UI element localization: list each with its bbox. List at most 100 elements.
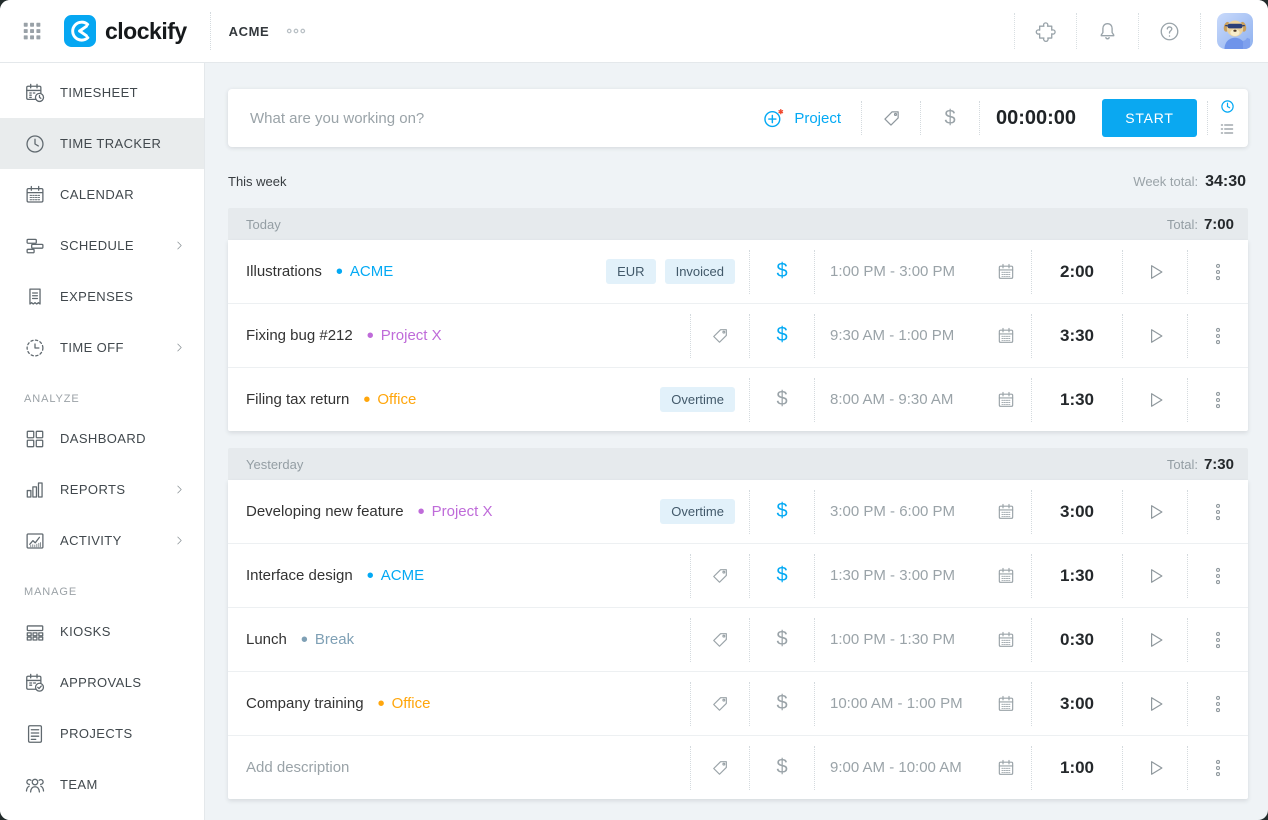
calendar-icon[interactable]	[996, 390, 1016, 410]
description-input[interactable]	[228, 109, 743, 127]
sidebar-item-activity[interactable]: ACTIVITY	[0, 515, 204, 566]
sidebar-item-approvals[interactable]: APPROVALS	[0, 657, 204, 708]
sidebar-item-schedule[interactable]: SCHEDULE	[0, 220, 204, 271]
time-entry-row[interactable]: Fixing bug #212 Project X $9:30 AM - 1:00 …	[228, 303, 1248, 367]
calendar-icon[interactable]	[996, 566, 1016, 586]
billable-toggle[interactable]: $	[750, 304, 814, 367]
sidebar-item-projects[interactable]: PROJECTS	[0, 708, 204, 759]
tags-button[interactable]	[862, 89, 920, 147]
time-entry-row[interactable]: Add description $9:00 AM - 10:00 AM 1:00	[228, 735, 1248, 799]
billable-toggle[interactable]: $	[750, 480, 814, 543]
apps-grid-icon[interactable]	[21, 20, 43, 42]
calendar-icon[interactable]	[996, 694, 1016, 714]
manual-mode-icon[interactable]	[1219, 121, 1235, 137]
entry-menu-button[interactable]	[1188, 672, 1248, 735]
billable-toggle[interactable]: $	[750, 608, 814, 671]
entry-duration[interactable]: 3:30	[1032, 304, 1122, 367]
entry-duration[interactable]: 1:30	[1032, 368, 1122, 431]
entry-description[interactable]: Developing new feature	[246, 503, 404, 520]
calendar-icon[interactable]	[996, 326, 1016, 346]
tags-button[interactable]	[691, 544, 749, 607]
entry-project[interactable]: Project X	[418, 502, 493, 522]
calendar-icon[interactable]	[996, 758, 1016, 778]
workspace-name[interactable]: ACME	[229, 24, 270, 39]
entry-description[interactable]: Fixing bug #212	[246, 327, 353, 344]
entry-project[interactable]: Break	[301, 630, 354, 650]
continue-timer-button[interactable]	[1123, 544, 1187, 607]
sidebar-item-dashboard[interactable]: DASHBOARD	[0, 413, 204, 464]
entry-duration[interactable]: 3:00	[1032, 672, 1122, 735]
tags-button[interactable]	[691, 672, 749, 735]
help-button[interactable]	[1138, 13, 1200, 49]
entry-duration[interactable]: 1:30	[1032, 544, 1122, 607]
time-entry-row[interactable]: Lunch Break $1:00 PM - 1:30 PM 0:30	[228, 607, 1248, 671]
time-entry-row[interactable]: Illustrations ACME EUR Invoiced $1:00 PM - 3…	[228, 240, 1248, 303]
entry-project[interactable]: ACME	[367, 566, 424, 586]
entry-duration[interactable]: 1:00	[1032, 736, 1122, 799]
tag-badge[interactable]: EUR	[606, 259, 656, 284]
entry-description[interactable]: Lunch	[246, 631, 287, 648]
entry-description[interactable]: Add description	[246, 759, 349, 776]
continue-timer-button[interactable]	[1123, 304, 1187, 367]
billable-toggle[interactable]: $	[750, 544, 814, 607]
entry-time-range[interactable]: 3:00 PM - 6:00 PM	[830, 503, 955, 520]
entry-project[interactable]: Office	[378, 694, 431, 714]
entry-description[interactable]: Company training	[246, 695, 364, 712]
tag-badge[interactable]: Invoiced	[664, 259, 735, 284]
sidebar-item-time-off[interactable]: TIME OFF	[0, 322, 204, 373]
continue-timer-button[interactable]	[1123, 672, 1187, 735]
timer-display[interactable]: 00:00:00	[980, 107, 1092, 130]
entry-description[interactable]: Interface design	[246, 567, 353, 584]
billable-toggle[interactable]: $	[750, 240, 814, 303]
tags-button[interactable]	[691, 736, 749, 799]
tag-badge[interactable]: Overtime	[660, 499, 735, 524]
continue-timer-button[interactable]	[1123, 608, 1187, 671]
integrations-button[interactable]	[1014, 13, 1076, 49]
continue-timer-button[interactable]	[1123, 736, 1187, 799]
entry-time-range[interactable]: 1:00 PM - 3:00 PM	[830, 263, 955, 280]
clockify-logo[interactable]: clockify	[64, 15, 187, 47]
sidebar-item-calendar[interactable]: CALENDAR	[0, 169, 204, 220]
sidebar-item-kiosks[interactable]: KIOSKS	[0, 606, 204, 657]
avatar[interactable]	[1216, 13, 1253, 49]
timer-mode-icon[interactable]	[1220, 99, 1235, 114]
workspace-menu-icon[interactable]	[285, 20, 307, 42]
entry-duration[interactable]: 0:30	[1032, 608, 1122, 671]
calendar-icon[interactable]	[996, 630, 1016, 650]
entry-project[interactable]: ACME	[336, 262, 393, 282]
billable-toggle[interactable]: $	[750, 368, 814, 431]
entry-time-range[interactable]: 9:30 AM - 1:00 PM	[830, 327, 954, 344]
entry-time-range[interactable]: 8:00 AM - 9:30 AM	[830, 391, 953, 408]
entry-menu-button[interactable]	[1188, 544, 1248, 607]
entry-project[interactable]: Project X	[367, 326, 442, 346]
entry-project[interactable]: Office	[363, 390, 416, 410]
continue-timer-button[interactable]	[1123, 368, 1187, 431]
billable-toggle[interactable]: $	[750, 672, 814, 735]
entry-menu-button[interactable]	[1188, 480, 1248, 543]
time-entry-row[interactable]: Company training Office $10:00 AM - 1:00 P…	[228, 671, 1248, 735]
continue-timer-button[interactable]	[1123, 480, 1187, 543]
sidebar-item-team[interactable]: TEAM	[0, 759, 204, 810]
calendar-icon[interactable]	[996, 262, 1016, 282]
entry-time-range[interactable]: 1:00 PM - 1:30 PM	[830, 631, 955, 648]
notifications-button[interactable]	[1076, 13, 1138, 49]
entry-duration[interactable]: 3:00	[1032, 480, 1122, 543]
billable-toggle[interactable]: $	[750, 736, 814, 799]
entry-description[interactable]: Illustrations	[246, 263, 322, 280]
entry-menu-button[interactable]	[1188, 608, 1248, 671]
start-button[interactable]: START	[1102, 99, 1197, 137]
sidebar-item-reports[interactable]: REPORTS	[0, 464, 204, 515]
tag-badge[interactable]: Overtime	[660, 387, 735, 412]
entry-time-range[interactable]: 10:00 AM - 1:00 PM	[830, 695, 963, 712]
time-entry-row[interactable]: Developing new feature Project X Overtime $…	[228, 480, 1248, 543]
entry-menu-button[interactable]	[1188, 736, 1248, 799]
tags-button[interactable]	[691, 304, 749, 367]
tags-button[interactable]	[691, 608, 749, 671]
time-entry-row[interactable]: Interface design ACME $1:30 PM - 3:00 PM 1:…	[228, 543, 1248, 607]
entry-menu-button[interactable]	[1188, 304, 1248, 367]
entry-time-range[interactable]: 9:00 AM - 10:00 AM	[830, 759, 962, 776]
sidebar-item-time-tracker[interactable]: TIME TRACKER	[0, 118, 204, 169]
entry-menu-button[interactable]	[1188, 368, 1248, 431]
entry-description[interactable]: Filing tax return	[246, 391, 349, 408]
time-entry-row[interactable]: Filing tax return Office Overtime $8:00 AM …	[228, 367, 1248, 431]
